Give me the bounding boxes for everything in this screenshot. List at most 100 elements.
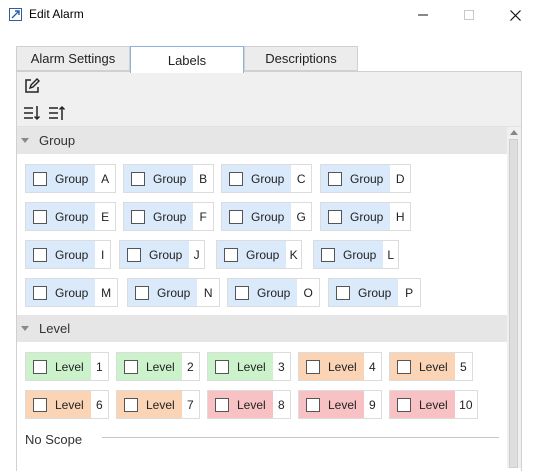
- group-chip-label: Group: [153, 171, 187, 186]
- scrollbar-thumb[interactable]: [509, 139, 518, 468]
- group-chip-label: Group: [251, 209, 285, 224]
- labels-list: Group Level No Scope Group A Group B Group C G…: [17, 127, 507, 468]
- edit-icon[interactable]: [23, 77, 41, 95]
- checkbox[interactable]: [215, 359, 229, 374]
- checkbox[interactable]: [328, 209, 342, 224]
- group-chip[interactable]: Group I: [25, 240, 111, 269]
- checkbox[interactable]: [235, 285, 249, 300]
- group-chip-value: D: [390, 165, 410, 192]
- level-chip[interactable]: Level 8: [207, 390, 291, 419]
- group-chip[interactable]: Group D: [320, 164, 411, 193]
- checkbox[interactable]: [321, 247, 335, 262]
- checkbox[interactable]: [33, 209, 47, 224]
- level-chip-body: Level: [390, 391, 455, 418]
- checkbox[interactable]: [131, 171, 145, 186]
- maximize-button[interactable]: [446, 0, 492, 30]
- group-chip[interactable]: Group K: [216, 240, 302, 269]
- group-section-header[interactable]: Group: [17, 127, 507, 154]
- group-chip-body: Group: [26, 241, 96, 268]
- group-chip[interactable]: Group F: [123, 202, 214, 231]
- group-chip-label: Group: [55, 285, 89, 300]
- level-chip[interactable]: Level 5: [389, 352, 473, 381]
- level-chip-label: Level: [419, 397, 448, 412]
- group-chip[interactable]: Group M: [25, 278, 118, 307]
- checkbox[interactable]: [215, 397, 229, 412]
- sort-ascending-icon[interactable]: [23, 104, 41, 122]
- group-chip-value: M: [95, 279, 117, 306]
- group-chip[interactable]: Group O: [227, 278, 320, 307]
- tab-descriptions[interactable]: Descriptions: [244, 46, 358, 71]
- checkbox[interactable]: [397, 397, 411, 412]
- scroll-up-arrow-icon[interactable]: [510, 130, 518, 135]
- group-chip[interactable]: Group N: [127, 278, 220, 307]
- level-section-header[interactable]: Level: [17, 315, 507, 342]
- checkbox[interactable]: [33, 247, 47, 262]
- level-chip-label: Level: [55, 397, 84, 412]
- group-chip[interactable]: Group E: [25, 202, 116, 231]
- level-chip[interactable]: Level 3: [207, 352, 291, 381]
- group-chip-value: A: [95, 165, 115, 192]
- close-button[interactable]: [492, 0, 538, 30]
- level-chip-value: 1: [90, 353, 108, 380]
- level-chip[interactable]: Level 9: [298, 390, 382, 419]
- group-chip[interactable]: Group L: [313, 240, 399, 269]
- level-chip[interactable]: Level 7: [116, 390, 200, 419]
- checkbox[interactable]: [33, 397, 47, 412]
- level-chip-value: 10: [454, 391, 477, 418]
- level-chip-body: Level: [208, 353, 273, 380]
- app-icon: [9, 8, 22, 21]
- group-chip[interactable]: Group P: [328, 278, 421, 307]
- checkbox[interactable]: [229, 171, 243, 186]
- checkbox[interactable]: [336, 285, 350, 300]
- group-chip-value: F: [193, 203, 213, 230]
- level-chip[interactable]: Level 2: [116, 352, 200, 381]
- group-chip[interactable]: Group A: [25, 164, 116, 193]
- checkbox[interactable]: [328, 171, 342, 186]
- vertical-scrollbar[interactable]: [507, 127, 521, 468]
- tab-label: Labels: [167, 52, 207, 68]
- group-chip[interactable]: Group G: [221, 202, 312, 231]
- group-chip-value: N: [197, 279, 219, 306]
- checkbox[interactable]: [306, 359, 320, 374]
- checkbox[interactable]: [397, 359, 411, 374]
- level-chip-value: 5: [454, 353, 472, 380]
- checkbox[interactable]: [124, 359, 138, 374]
- no-scope-label: No Scope: [25, 432, 83, 447]
- tab-labels[interactable]: Labels: [130, 46, 244, 73]
- checkbox[interactable]: [229, 209, 243, 224]
- checkbox[interactable]: [306, 397, 320, 412]
- group-chip-label: Group: [246, 247, 280, 262]
- group-chip[interactable]: Group J: [119, 240, 205, 269]
- group-chip-label: Group: [55, 209, 89, 224]
- level-chip[interactable]: Level 6: [25, 390, 109, 419]
- sort-descending-icon[interactable]: [48, 104, 66, 122]
- level-chip[interactable]: Level 4: [298, 352, 382, 381]
- level-chip[interactable]: Level 1: [25, 352, 109, 381]
- level-chip[interactable]: Level 10: [389, 390, 478, 419]
- group-chip[interactable]: Group H: [320, 202, 411, 231]
- checkbox[interactable]: [224, 247, 238, 262]
- checkbox[interactable]: [33, 285, 47, 300]
- checkbox[interactable]: [33, 359, 47, 374]
- level-chip-body: Level: [26, 391, 91, 418]
- level-chip-body: Level: [117, 353, 182, 380]
- level-chip-value: 6: [90, 391, 108, 418]
- group-chip-label: Group: [358, 285, 392, 300]
- group-chip[interactable]: Group C: [221, 164, 312, 193]
- checkbox[interactable]: [124, 397, 138, 412]
- sort-toolbar: [17, 99, 521, 127]
- group-chip[interactable]: Group B: [123, 164, 214, 193]
- checkbox[interactable]: [131, 209, 145, 224]
- group-chip-value: K: [286, 241, 301, 268]
- minimize-icon: [418, 14, 428, 16]
- checkbox[interactable]: [33, 171, 47, 186]
- checkbox[interactable]: [127, 247, 141, 262]
- tab-alarm-settings[interactable]: Alarm Settings: [16, 46, 130, 71]
- group-chip-value: G: [291, 203, 311, 230]
- group-chip-value: H: [390, 203, 410, 230]
- level-chip-value: 3: [272, 353, 290, 380]
- title-bar: Edit Alarm: [0, 0, 538, 30]
- minimize-button[interactable]: [400, 0, 446, 30]
- checkbox[interactable]: [135, 285, 149, 300]
- edit-toolbar: [17, 72, 521, 99]
